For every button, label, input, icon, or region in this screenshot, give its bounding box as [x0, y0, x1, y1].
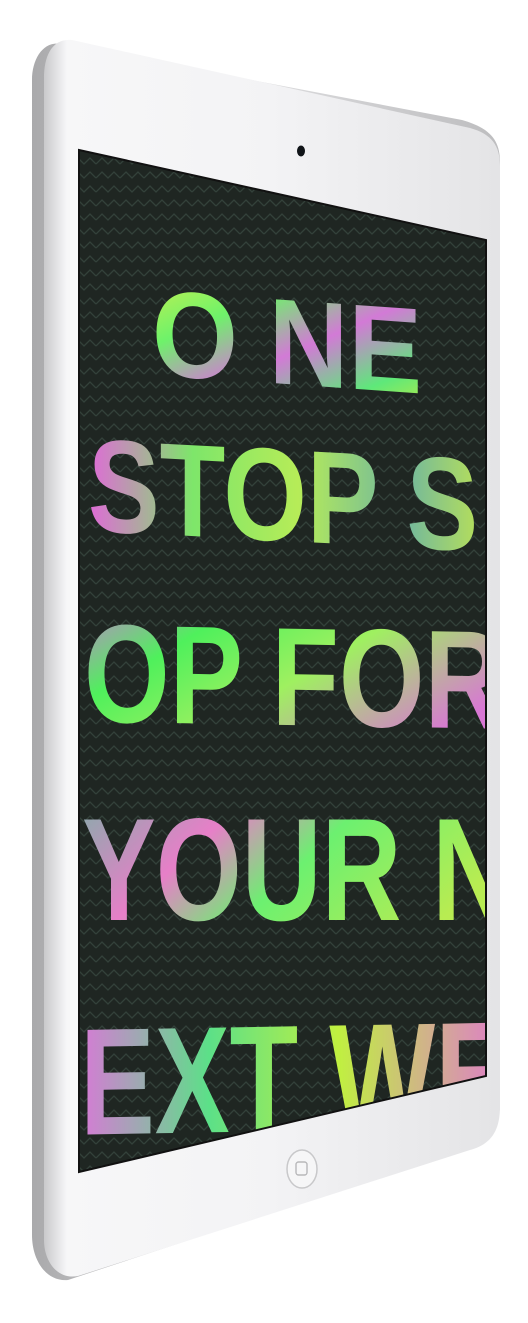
- screen-line-3: OP FOR: [84, 594, 504, 758]
- home-button-icon: [286, 1149, 318, 1189]
- home-button[interactable]: [281, 1148, 323, 1190]
- tablet-illustration: O NE STOP SI OP FOR YOUR N EXT WE: [32, 39, 512, 1281]
- screen-line-1: O NE: [152, 264, 422, 420]
- screen-line-4: YOUR N: [82, 788, 512, 951]
- front-camera-icon: [297, 145, 305, 157]
- tablet-device-mockup: O NE STOP SI OP FOR YOUR N EXT WE: [0, 0, 528, 1323]
- screen-line-2: STOP SI: [88, 411, 508, 581]
